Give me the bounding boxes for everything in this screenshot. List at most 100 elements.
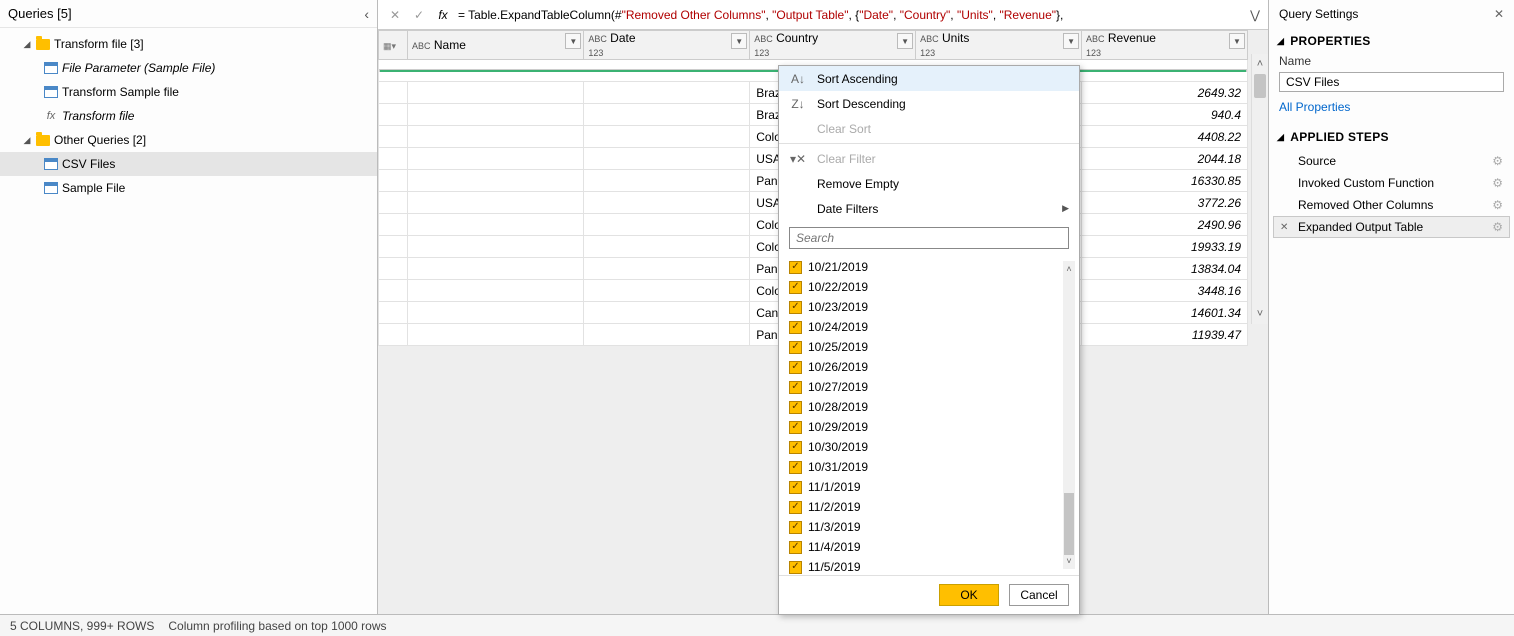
filter-value-item[interactable]: ✓10/29/2019 [789,417,1069,437]
formula-text[interactable]: = Table.ExpandTableColumn(#"Removed Othe… [458,8,1244,22]
filter-value-item[interactable]: ✓10/22/2019 [789,277,1069,297]
column-filter-button[interactable]: ▼ [1063,33,1079,49]
remove-empty-item[interactable]: Remove Empty [779,171,1079,196]
column-header-date[interactable]: ABC123 Date ▼ [584,31,750,60]
filter-value-item[interactable]: ✓10/21/2019 [789,257,1069,277]
cell-revenue: 940.4 [1082,104,1248,126]
filter-value-label: 10/30/2019 [808,440,868,454]
filter-value-item[interactable]: ✓10/28/2019 [789,397,1069,417]
checkbox-icon[interactable]: ✓ [789,301,802,314]
all-properties-link[interactable]: All Properties [1269,100,1514,124]
checkbox-icon[interactable]: ✓ [789,561,802,574]
query-name-input[interactable] [1279,72,1504,92]
fx-icon[interactable]: fx [434,6,452,24]
commit-formula-icon[interactable]: ✓ [410,6,428,24]
column-filter-button[interactable]: ▼ [731,33,747,49]
checkbox-icon[interactable]: ✓ [789,401,802,414]
gear-icon[interactable]: ⚙ [1492,220,1503,234]
query-transform-sample[interactable]: Transform Sample file [0,80,377,104]
close-settings-icon[interactable]: ✕ [1494,7,1504,21]
query-settings-panel: Query Settings ✕ ◢ PROPERTIES Name All P… [1268,0,1514,614]
scroll-thumb[interactable] [1064,493,1074,555]
properties-section-header[interactable]: ◢ PROPERTIES [1269,28,1514,54]
checkbox-icon[interactable]: ✓ [789,541,802,554]
checkbox-icon[interactable]: ✓ [789,501,802,514]
index-column-header[interactable]: ▦▾ [379,31,408,60]
clear-sort-item[interactable]: Clear Sort [779,116,1079,141]
collapse-queries-icon[interactable]: ‹ [364,6,369,22]
filter-value-label: 10/23/2019 [808,300,868,314]
checkbox-icon[interactable]: ✓ [789,361,802,374]
ok-button[interactable]: OK [939,584,999,606]
checkbox-icon[interactable]: ✓ [789,261,802,274]
checkbox-icon[interactable]: ✓ [789,341,802,354]
column-header-name[interactable]: ABC Name ▼ [408,31,584,60]
expand-formula-icon[interactable]: ⋁ [1250,8,1260,22]
checkbox-icon[interactable]: ✓ [789,281,802,294]
filter-value-label: 11/5/2019 [808,560,861,574]
scroll-down-icon[interactable]: ˅ [1252,304,1268,324]
checkbox-icon[interactable]: ✓ [789,481,802,494]
gear-icon[interactable]: ⚙ [1492,176,1503,190]
column-filter-button[interactable]: ▼ [1229,33,1245,49]
checkbox-icon[interactable]: ✓ [789,461,802,474]
grid-scrollbar[interactable]: ˄ ˅ [1251,54,1268,324]
step-invoked-custom-function[interactable]: Invoked Custom Function ⚙ [1273,172,1510,194]
column-filter-button[interactable]: ▼ [897,33,913,49]
step-source[interactable]: Source ⚙ [1273,150,1510,172]
filter-value-label: 10/24/2019 [808,320,868,334]
filter-value-item[interactable]: ✓ 10/23/2019 [789,297,1069,317]
folder-other-queries[interactable]: ◢ Other Queries [2] [0,128,377,152]
folder-transform-file[interactable]: ◢ Transform file [3] [0,32,377,56]
filter-value-item[interactable]: ✓10/25/2019 [789,337,1069,357]
cancel-button[interactable]: Cancel [1009,584,1069,606]
scroll-down-icon[interactable]: ˅ [1063,553,1075,569]
column-header-country[interactable]: ABC123 Country ▼ [750,31,916,60]
filter-value-item[interactable]: ✓10/31/2019 [789,457,1069,477]
filter-value-item[interactable]: ✓10/27/2019 [789,377,1069,397]
scroll-up-icon[interactable]: ˄ [1252,54,1268,74]
caret-icon: ◢ [20,39,34,50]
filter-value-item[interactable]: ✓11/4/2019 [789,537,1069,557]
function-icon: fx [42,110,60,122]
checkbox-icon[interactable]: ✓ [789,441,802,454]
query-sample-file[interactable]: Sample File [0,176,377,200]
filter-value-item[interactable]: ✓ 10/30/2019 [789,437,1069,457]
filter-value-item[interactable]: ✓10/26/2019 [789,357,1069,377]
filter-value-item[interactable]: ✓ 11/2/2019 [789,497,1069,517]
scroll-thumb[interactable] [1254,74,1266,98]
caret-icon: ◢ [1277,36,1284,47]
sort-ascending-item[interactable]: A↓ Sort Ascending [779,66,1079,91]
checkbox-icon[interactable]: ✓ [789,521,802,534]
filter-list-scrollbar[interactable]: ˄ ˅ [1063,261,1075,569]
scroll-up-icon[interactable]: ˄ [1063,261,1075,277]
filter-search-input[interactable] [789,227,1069,249]
filter-value-item[interactable]: ✓ 10/24/2019 [789,317,1069,337]
query-file-parameter[interactable]: File Parameter (Sample File) [0,56,377,80]
filter-value-item[interactable]: ✓11/3/2019 [789,517,1069,537]
date-filters-item[interactable]: Date Filters ▶ [779,196,1079,221]
applied-steps-section-header[interactable]: ◢ APPLIED STEPS [1269,124,1514,150]
status-columns-rows: 5 COLUMNS, 999+ ROWS [10,619,154,633]
query-csv-files[interactable]: CSV Files [0,152,377,176]
checkbox-icon[interactable]: ✓ [789,381,802,394]
queries-title: Queries [5] [8,6,72,21]
step-removed-other-columns[interactable]: Removed Other Columns ⚙ [1273,194,1510,216]
checkbox-icon[interactable]: ✓ [789,321,802,334]
cancel-formula-icon[interactable]: ✕ [386,6,404,24]
gear-icon[interactable]: ⚙ [1492,198,1503,212]
sort-asc-icon: A↓ [789,72,807,86]
clear-filter-item[interactable]: ▾✕ Clear Filter [779,146,1079,171]
caret-icon: ◢ [20,135,34,146]
filter-value-label: 11/2/2019 [808,500,861,514]
sort-descending-item[interactable]: Z↓ Sort Descending [779,91,1079,116]
column-header-revenue[interactable]: ABC123 Revenue ▼ [1082,31,1248,60]
column-filter-button[interactable]: ▼ [565,33,581,49]
filter-value-item[interactable]: ✓11/1/2019 [789,477,1069,497]
gear-icon[interactable]: ⚙ [1492,154,1503,168]
filter-value-item[interactable]: ✓ 11/5/2019 [789,557,1069,575]
column-header-units[interactable]: ABC123 Units ▼ [916,31,1082,60]
step-expanded-output-table[interactable]: Expanded Output Table ⚙ [1273,216,1510,238]
checkbox-icon[interactable]: ✓ [789,421,802,434]
query-transform-file-fn[interactable]: fx Transform file [0,104,377,128]
